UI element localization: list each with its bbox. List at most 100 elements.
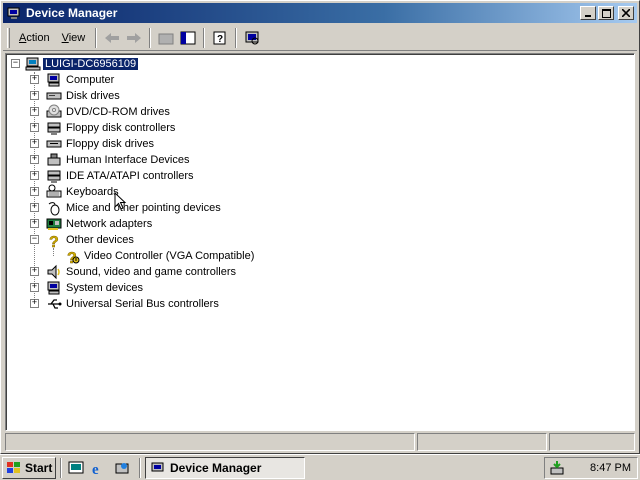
tree-category[interactable]: + Keyboards — [30, 184, 121, 200]
tree-category-label: Universal Serial Bus controllers — [66, 298, 219, 310]
forward-button[interactable] — [123, 28, 145, 48]
tree-category-label: IDE ATA/ATAPI controllers — [66, 170, 194, 182]
collapse-icon[interactable]: − — [30, 235, 39, 244]
computer-icon — [47, 73, 60, 87]
tree-root[interactable]: − LUIGI-DC6956109 — [11, 56, 140, 72]
tree-category[interactable]: + Computer — [30, 72, 116, 88]
tree-category[interactable]: + System devices — [30, 280, 145, 296]
properties-button[interactable]: ? — [209, 28, 231, 48]
mouse-icon — [48, 202, 60, 216]
expand-icon[interactable]: + — [30, 155, 39, 164]
tree-root-label: LUIGI-DC6956109 — [41, 57, 140, 71]
tree-category-label: Disk drives — [66, 90, 120, 102]
ide-controller-icon — [47, 170, 61, 183]
clock[interactable]: 8:47 PM — [590, 462, 631, 474]
menu-action[interactable]: Action — [13, 28, 56, 48]
status-panel — [5, 433, 415, 451]
svg-text:e: e — [92, 462, 99, 476]
show-desktop-button[interactable] — [66, 458, 86, 478]
taskbar-task-label: Device Manager — [170, 460, 262, 475]
collapse-icon[interactable]: − — [11, 59, 20, 68]
tree-category-label: Network adapters — [66, 218, 153, 230]
menu-view-label: View — [61, 31, 86, 44]
device-manager-window: Device Manager Action View ? − LUIGI-DC6… — [0, 0, 640, 454]
expand-icon[interactable]: + — [30, 299, 39, 308]
tree-category[interactable]: + Universal Serial Bus controllers — [30, 296, 221, 312]
toolbar-separator — [235, 27, 238, 48]
expand-icon[interactable]: + — [30, 91, 39, 100]
tree-category-label: Keyboards — [66, 186, 119, 198]
expand-icon[interactable]: + — [30, 283, 39, 292]
safely-remove-hardware-icon[interactable] — [549, 460, 567, 476]
expand-icon[interactable]: + — [30, 123, 39, 132]
scan-hardware-icon — [245, 31, 259, 44]
expand-icon[interactable]: + — [30, 267, 39, 276]
close-icon — [622, 9, 630, 17]
tree-category-label: Sound, video and game controllers — [66, 266, 236, 278]
toolbar-separator — [203, 27, 206, 48]
device-manager-icon — [7, 7, 20, 19]
svg-text:?: ? — [49, 234, 59, 248]
expand-icon[interactable]: + — [30, 75, 39, 84]
tree-category-label: Floppy disk drives — [66, 138, 155, 150]
status-bar — [5, 433, 635, 451]
taskbar-device-manager-button[interactable]: Device Manager — [145, 456, 305, 479]
tree-device-item[interactable]: ? Video Controller (VGA Compatible) — [64, 248, 256, 264]
start-button[interactable]: Start — [2, 456, 56, 479]
tree-category-label: DVD/CD-ROM drives — [66, 106, 170, 118]
controller-icon — [47, 122, 61, 135]
back-button[interactable] — [101, 28, 123, 48]
scan-hardware-button[interactable] — [241, 28, 263, 48]
tree-category[interactable]: + IDE ATA/ATAPI controllers — [30, 168, 196, 184]
taskbar: Start e Device Manager 8:47 PM — [0, 454, 640, 480]
folder-up-icon — [158, 33, 174, 44]
back-arrow-icon — [105, 32, 120, 43]
tree-guide-line — [53, 248, 54, 256]
minimize-button[interactable] — [580, 6, 596, 20]
toolbar-separator — [95, 27, 98, 48]
cdrom-icon — [46, 104, 62, 118]
menu-action-label: Action — [19, 31, 50, 44]
properties-help-icon: ? — [213, 31, 226, 45]
expand-icon[interactable]: + — [30, 107, 39, 116]
tree-category-label: Human Interface Devices — [66, 154, 190, 166]
tree-category-label: Computer — [66, 74, 115, 86]
tree-category[interactable]: + Mice and other pointing devices — [30, 200, 223, 216]
usb-icon — [48, 299, 62, 309]
expand-icon[interactable]: + — [30, 203, 39, 212]
tree-category[interactable]: + Floppy disk controllers — [30, 120, 177, 136]
start-label: Start — [25, 460, 53, 475]
network-adapter-icon — [46, 218, 62, 230]
show-hide-tree-button[interactable] — [177, 28, 199, 48]
tree-category-label: Mice and other pointing devices — [66, 202, 221, 214]
tree-category[interactable]: + Network adapters — [30, 216, 154, 232]
outlook-express-button[interactable] — [112, 458, 132, 478]
system-tray: 8:47 PM — [544, 456, 638, 479]
tree-category[interactable]: + Disk drives — [30, 88, 122, 104]
expand-icon[interactable]: + — [30, 187, 39, 196]
close-button[interactable] — [618, 6, 634, 20]
minimize-icon — [585, 15, 591, 17]
tree-category[interactable]: −? Other devices — [30, 232, 136, 248]
tree-device-label: Video Controller (VGA Compatible) — [84, 250, 255, 262]
maximize-button[interactable] — [598, 6, 614, 20]
expand-icon[interactable]: + — [30, 139, 39, 148]
warning-device-icon: ? — [67, 250, 80, 264]
tree-category[interactable]: + Sound, video and game controllers — [30, 264, 238, 280]
menu-view[interactable]: View — [56, 28, 92, 48]
tree-category[interactable]: + DVD/CD-ROM drives — [30, 104, 172, 120]
outlook-express-icon — [115, 462, 129, 473]
internet-explorer-button[interactable]: e — [89, 458, 109, 478]
tree-category[interactable]: + Floppy disk drives — [30, 136, 156, 152]
question-icon: ? — [49, 234, 59, 248]
tree-category[interactable]: + Human Interface Devices — [30, 152, 192, 168]
toolbar-grip — [7, 27, 10, 48]
computer-icon — [25, 57, 41, 71]
expand-icon[interactable]: + — [30, 171, 39, 180]
title-bar[interactable]: Device Manager — [3, 3, 637, 23]
windows-logo-icon — [7, 461, 20, 473]
expand-icon[interactable]: + — [30, 219, 39, 228]
show-desktop-icon — [68, 461, 84, 473]
device-tree[interactable]: − LUIGI-DC6956109 + Computer + Disk drives +… — [5, 53, 635, 431]
up-button[interactable] — [155, 28, 177, 48]
